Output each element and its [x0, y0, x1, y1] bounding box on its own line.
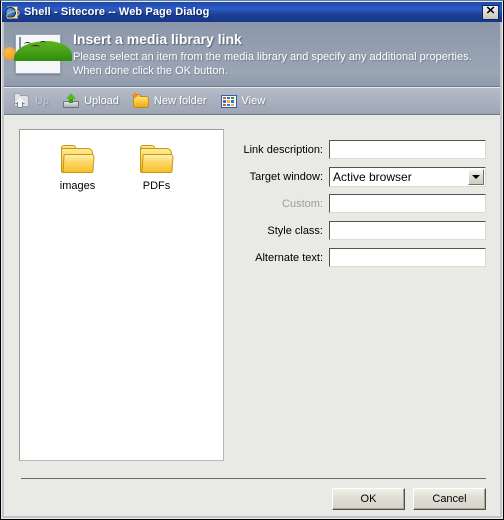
style-class-input[interactable] — [329, 221, 486, 240]
ok-button[interactable]: OK — [332, 488, 405, 510]
toolbar-label-upload: Upload — [84, 95, 119, 107]
folder-up-icon — [13, 92, 31, 110]
label-style-class: Style class: — [267, 224, 323, 237]
alternate-text-input[interactable] — [329, 248, 486, 267]
title-bar: Shell - Sitecore -- Web Page Dialog ✕ — [2, 2, 502, 22]
folder-icon — [139, 145, 174, 175]
ie-document-icon — [5, 5, 21, 20]
footer-divider — [21, 478, 486, 479]
custom-input — [329, 194, 486, 213]
toolbar-button-up[interactable]: Up — [11, 90, 51, 112]
field-row-style-class: Style class: — [234, 221, 486, 240]
file-list-item[interactable]: images — [38, 144, 117, 192]
file-item-label: images — [59, 180, 96, 192]
file-list: images PDFs — [38, 144, 223, 192]
media-picture-icon — [3, 32, 72, 77]
label-target-window: Target window: — [249, 170, 323, 183]
header-title: Insert a media library link — [73, 31, 242, 47]
properties-form: Link description: Target window: Active … — [234, 140, 486, 275]
header-subtitle-line2: When done click the OK button. — [73, 65, 228, 77]
toolbar-button-upload[interactable]: Upload — [60, 90, 121, 112]
label-custom: Custom: — [282, 197, 323, 210]
file-item-label: PDFs — [142, 180, 171, 192]
target-window-value: Active browser — [333, 169, 412, 184]
folder-icon — [60, 145, 95, 175]
target-window-select[interactable]: Active browser — [329, 166, 486, 187]
toolbar-button-new-folder[interactable]: ✦ New folder — [130, 90, 209, 112]
field-row-alternate-text: Alternate text: — [234, 248, 486, 267]
toolbar-label-view: View — [241, 95, 266, 107]
dialog-body: images PDFs Link description: Target win… — [4, 116, 500, 516]
new-folder-icon: ✦ — [131, 92, 150, 110]
field-row-target-window: Target window: Active browser — [234, 166, 486, 187]
label-alternate-text: Alternate text: — [255, 251, 323, 264]
toolbar-label-new-folder: New folder — [153, 95, 207, 107]
toolbar-label-up: Up — [35, 95, 50, 107]
header-subtitle-line1: Please select an item from the media lib… — [73, 51, 472, 63]
link-description-input[interactable] — [329, 140, 486, 159]
toolbar-button-view[interactable]: View — [218, 90, 268, 112]
field-row-link-description: Link description: — [234, 140, 486, 159]
view-grid-icon — [220, 92, 238, 110]
field-row-custom: Custom: — [234, 194, 486, 213]
label-link-description: Link description: — [243, 143, 324, 156]
cancel-button[interactable]: Cancel — [413, 488, 486, 510]
media-library-file-panel[interactable]: images PDFs — [19, 129, 224, 461]
dialog-button-bar: OK Cancel — [332, 488, 486, 510]
chevron-down-icon[interactable] — [468, 168, 484, 185]
file-list-item[interactable]: PDFs — [117, 144, 196, 192]
toolbar: Up Upload ✦ New folder View — [4, 88, 500, 115]
dialog-window: Shell - Sitecore -- Web Page Dialog ✕ In… — [0, 0, 504, 520]
upload-icon — [62, 92, 80, 110]
close-icon: ✕ — [485, 5, 496, 17]
close-button[interactable]: ✕ — [482, 4, 499, 20]
dialog-header: Insert a media library link Please selec… — [3, 22, 500, 87]
window-title: Shell - Sitecore -- Web Page Dialog — [24, 6, 210, 18]
header-text-block: Insert a media library link Please selec… — [73, 30, 500, 78]
